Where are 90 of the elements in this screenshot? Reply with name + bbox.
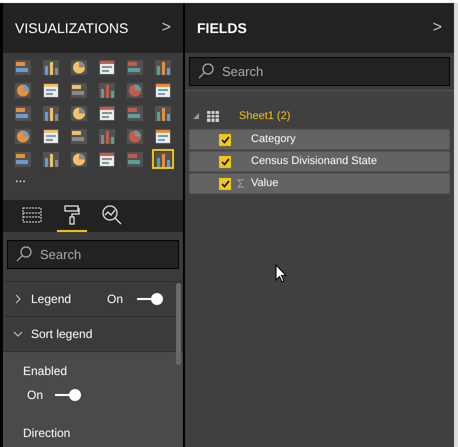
paint-roller-icon <box>64 205 80 225</box>
chart-type-button[interactable] <box>152 57 174 77</box>
chart-type-button[interactable] <box>96 149 118 169</box>
chart-type-button[interactable] <box>40 103 62 123</box>
chart-icon <box>127 60 143 74</box>
chart-type-button[interactable] <box>12 57 34 77</box>
expand-triangle-icon[interactable] <box>193 113 199 119</box>
chart-icon <box>71 128 87 144</box>
chart-icon <box>127 106 143 120</box>
chart-type-button[interactable] <box>40 57 62 77</box>
check-icon <box>220 180 230 188</box>
table-icon <box>22 207 42 223</box>
chart-type-button[interactable] <box>12 126 34 146</box>
chart-type-button[interactable] <box>152 149 174 169</box>
pane-title: FIELDS <box>197 18 247 38</box>
chart-type-button[interactable] <box>40 149 62 169</box>
chart-icon <box>71 152 87 166</box>
chart-icon <box>43 82 59 98</box>
chart-type-button[interactable] <box>68 126 90 146</box>
chart-icon <box>15 128 31 144</box>
chart-icon <box>99 60 115 74</box>
chart-type-button[interactable] <box>152 126 174 146</box>
checkbox[interactable] <box>219 178 231 190</box>
chart-icon <box>127 82 143 98</box>
checkbox[interactable] <box>219 156 231 168</box>
chart-icon <box>43 128 59 144</box>
chart-icon <box>71 106 87 120</box>
mouse-cursor-icon <box>275 264 287 283</box>
chart-icon <box>15 152 31 166</box>
toggle-switch[interactable] <box>137 293 163 305</box>
chart-icon <box>99 82 115 98</box>
setting-label: Direction <box>23 425 72 442</box>
chart-icon <box>127 152 143 166</box>
chart-type-button[interactable] <box>40 80 62 100</box>
chart-icon <box>71 60 87 74</box>
setting-label: Enabled <box>23 363 68 380</box>
field-row[interactable]: Value <box>189 173 450 194</box>
field-row[interactable]: Category <box>189 129 450 150</box>
chart-type-button[interactable] <box>96 103 118 123</box>
chart-icon <box>155 60 171 74</box>
search-field[interactable]: Search <box>7 240 179 269</box>
chart-type-button[interactable] <box>12 149 34 169</box>
section-label: Sort legend <box>31 326 94 343</box>
chart-icon <box>99 106 115 120</box>
chart-type-button[interactable] <box>40 126 62 146</box>
field-name: Value <box>251 176 278 192</box>
checkbox[interactable] <box>219 134 231 146</box>
chart-type-button[interactable] <box>12 103 34 123</box>
chart-icon <box>155 128 171 144</box>
chart-icon <box>15 60 31 74</box>
toggle-label: On <box>106 291 123 308</box>
toggle-label: On <box>27 387 44 404</box>
chart-type-button[interactable] <box>68 80 90 100</box>
chart-type-button[interactable] <box>152 103 174 123</box>
chart-type-button[interactable] <box>152 80 174 100</box>
chart-icon <box>99 128 115 144</box>
check-icon <box>220 136 230 144</box>
toggle-switch[interactable] <box>55 389 82 401</box>
search-icon <box>16 246 32 262</box>
collapse-button[interactable]: > <box>162 16 171 40</box>
search-icon <box>198 63 214 79</box>
chart-icon <box>155 106 171 120</box>
chart-icon <box>127 128 143 144</box>
chart-icon <box>71 82 87 98</box>
table-icon <box>207 110 219 122</box>
field-name: Census Divisionand State <box>251 154 377 170</box>
chart-icon <box>155 152 171 166</box>
collapse-button[interactable]: > <box>432 16 442 40</box>
chart-type-button[interactable] <box>68 57 90 77</box>
chart-type-button[interactable] <box>12 80 34 100</box>
search-field[interactable]: Search <box>189 57 450 86</box>
field-row[interactable]: Census Divisionand State <box>189 151 450 172</box>
section-label: Legend <box>31 291 72 308</box>
chart-icon <box>15 82 31 98</box>
chart-icon <box>43 152 59 166</box>
pane-title: VISUALIZATIONS <box>15 18 128 38</box>
chart-icon <box>155 82 171 98</box>
chart-icon <box>99 152 115 166</box>
scrollbar[interactable] <box>176 283 181 365</box>
chart-type-button[interactable] <box>96 57 118 77</box>
table-name[interactable]: Sheet1 (2) <box>239 108 290 124</box>
chart-icon <box>43 60 59 74</box>
chart-type-button[interactable] <box>68 149 90 169</box>
chart-type-button[interactable] <box>68 103 90 123</box>
more-visuals-button[interactable]: ... <box>15 169 26 186</box>
magnifier-chart-icon <box>102 205 122 225</box>
chart-icon <box>43 106 59 120</box>
field-name: Category <box>251 132 296 148</box>
chart-icon <box>15 106 31 120</box>
check-icon <box>220 158 230 166</box>
